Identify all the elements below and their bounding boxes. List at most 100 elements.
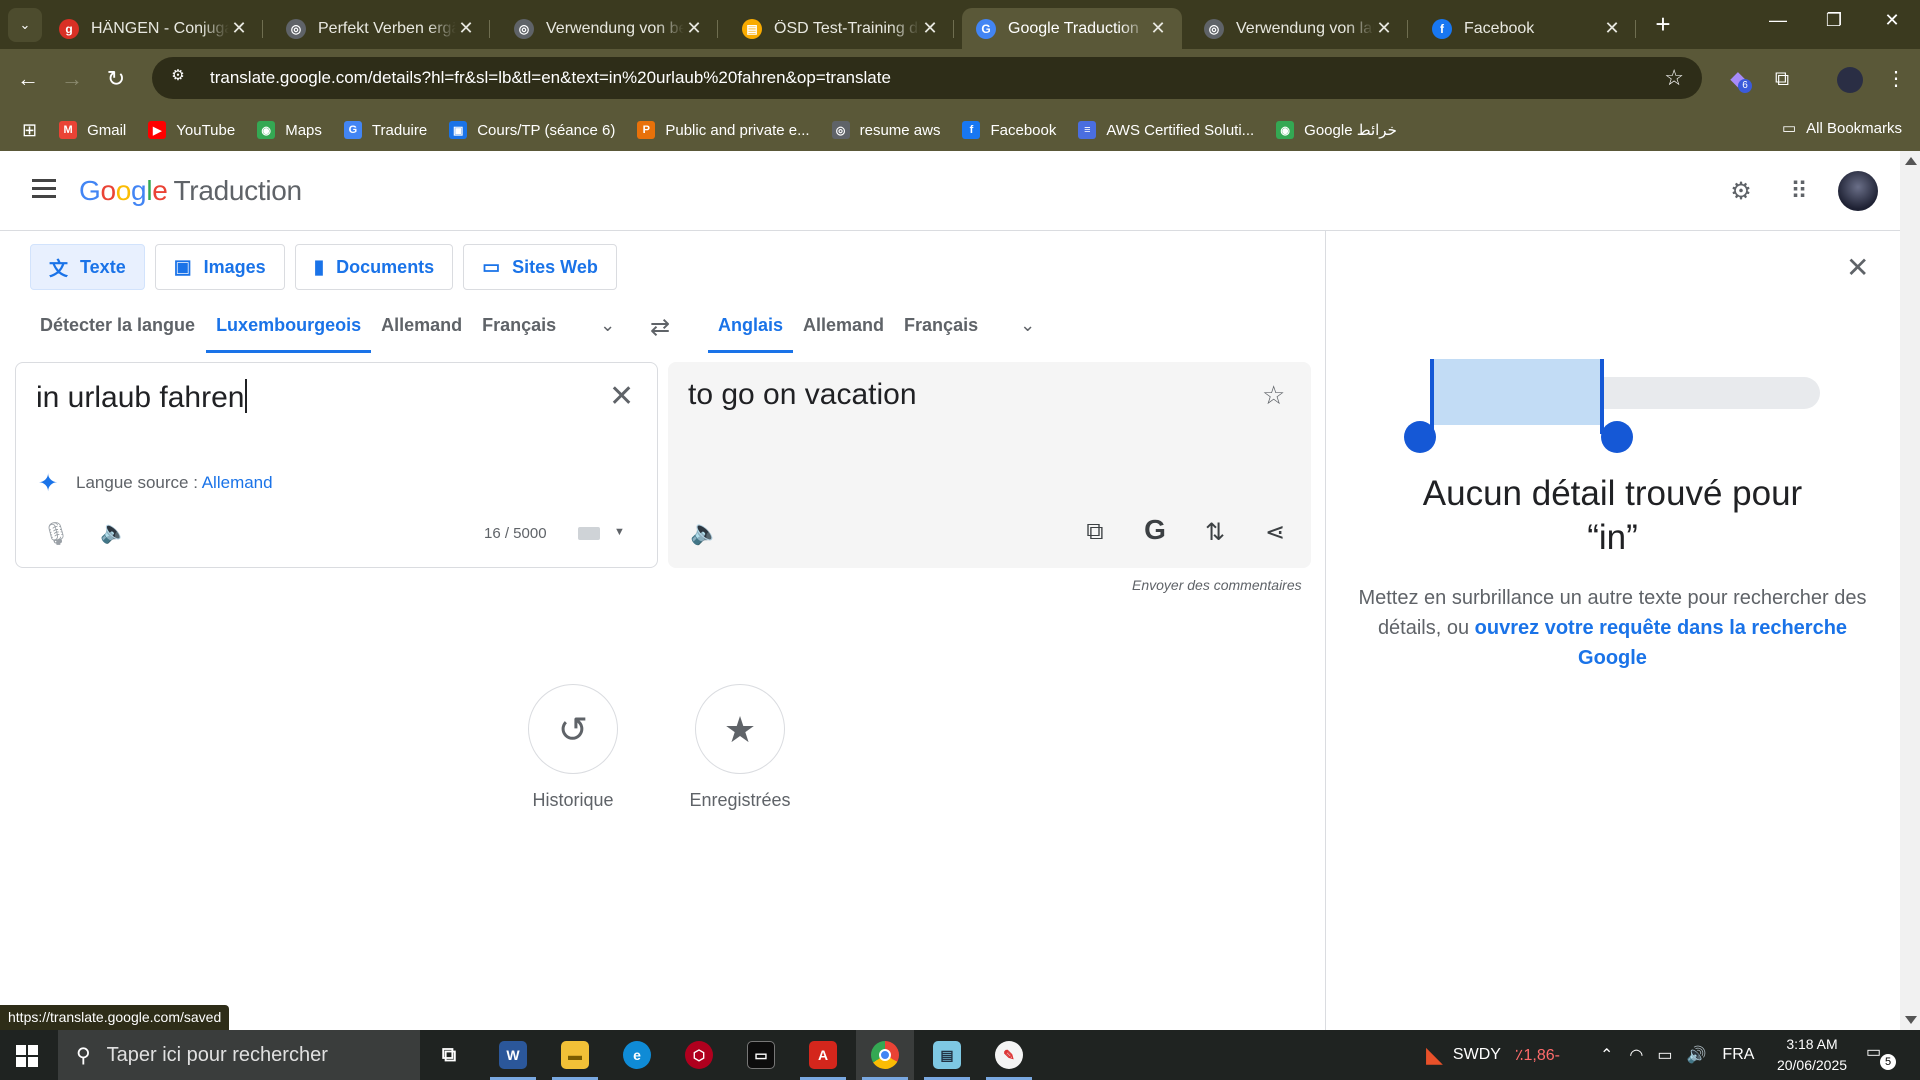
address-bar[interactable]: ⚙ translate.google.com/details?hl=fr&sl=… [152,57,1702,99]
tab-7[interactable]: f Facebook ✕ [1418,8,1636,49]
saved-star-icon[interactable]: ★ [695,684,785,774]
network-icon[interactable]: ◠ [1629,1045,1643,1065]
terminal-icon[interactable]: ▭ [732,1030,790,1080]
close-details-icon[interactable]: ✕ [1846,251,1869,284]
mode-documents[interactable]: ▮ Documents [294,244,454,290]
bookmark-item[interactable]: ◉ Maps [257,121,322,139]
tab-6[interactable]: ◎ Verwendung von laufen✕ [1190,8,1408,49]
restore-icon[interactable]: ❐ [1814,10,1854,31]
bookmark-item[interactable]: ◉ Google خرائط [1276,121,1397,139]
source-listen-icon[interactable]: 🔈 [100,519,127,545]
start-windows-icon[interactable] [16,1045,38,1067]
history-icon[interactable]: ↺ [528,684,618,774]
acrobat-icon[interactable]: A [794,1030,852,1080]
back-icon[interactable]: ← [12,63,44,95]
edge-browser-icon[interactable]: e [608,1030,666,1080]
browser-menu-icon[interactable]: ⋮ [1880,63,1912,95]
target-lang-english[interactable]: Anglais [708,297,794,353]
tab-4[interactable]: ▤ ÖSD Test-Training digital✕ [728,8,954,49]
target-lang-german[interactable]: Allemand [793,297,894,353]
google-apps-icon[interactable]: ⠿ [1784,177,1814,207]
source-text[interactable]: in urlaub fahren [36,381,244,414]
taskbar-search[interactable]: ⚲ Taper ici pour rechercher [58,1030,420,1080]
target-lang-french[interactable]: Français [894,297,988,353]
close-window-icon[interactable]: ✕ [1872,10,1912,31]
mode-images[interactable]: ▣ Images [154,244,285,290]
settings-gear-icon[interactable]: ⚙ [1726,177,1756,207]
weather-widget[interactable]: ◣ SWDY ٪1,86- [1426,1030,1560,1080]
tab-close-icon[interactable]: ✕ [229,18,249,39]
send-feedback-link[interactable]: Envoyer des commentaires [1132,577,1302,593]
tab-close-icon[interactable]: ✕ [684,18,704,39]
word-app-icon[interactable]: W [484,1030,542,1080]
source-lang-detect[interactable]: Détecter la langue [30,297,205,353]
clear-source-icon[interactable]: ✕ [609,379,634,414]
taskbar-clock[interactable]: 3:18 AM 20/06/2025 [1762,1034,1862,1076]
keyboard-dropdown-icon[interactable]: ▼ [614,526,625,538]
rate-translation-icon[interactable]: ⇅ [1200,518,1230,547]
tab-1[interactable]: g HÄNGEN - Conjugaison✕ [45,8,263,49]
tab-close-icon[interactable]: ✕ [456,18,476,39]
task-view-icon[interactable]: ⧉ [420,1030,478,1080]
google-translate-logo[interactable]: Google Traduction [79,175,302,207]
translation-listen-icon[interactable]: 🔈 [690,518,720,547]
url-text[interactable]: translate.google.com/details?hl=fr&sl=lb… [210,68,891,88]
tray-overflow-icon[interactable]: ⌃ [1600,1045,1613,1065]
paint-app-icon[interactable]: ✎ [980,1030,1038,1080]
bookmark-item[interactable]: f Facebook [962,121,1056,139]
tab-close-icon[interactable]: ✕ [920,18,940,39]
tab-5[interactable]: G Google Traduction ✕ [962,8,1182,49]
volume-icon[interactable]: 🔊 [1687,1045,1707,1065]
mode-websites[interactable]: ▭ Sites Web [463,244,617,290]
site-info-icon[interactable]: ⚙ [166,66,190,90]
source-more-languages-icon[interactable]: ⌄ [600,315,615,336]
tab-close-icon[interactable]: ✕ [1148,18,1168,39]
google-search-icon[interactable]: G [1140,514,1170,546]
bookmark-star-icon[interactable]: ☆ [1664,65,1684,91]
forward-icon[interactable]: → [56,63,88,95]
keyboard-icon[interactable] [578,527,600,540]
security-app-icon[interactable]: ⬡ [670,1030,728,1080]
save-translation-star-icon[interactable]: ☆ [1262,380,1285,411]
profile-icon[interactable] [1834,63,1866,95]
extensions-puzzle-icon[interactable]: ⧉ [1766,63,1798,95]
file-explorer-icon[interactable]: ▬ [546,1030,604,1080]
tab-close-icon[interactable]: ✕ [1374,18,1394,39]
page-scrollbar[interactable] [1900,151,1920,1030]
all-bookmarks-button[interactable]: ▭ All Bookmarks [1782,119,1902,138]
apps-grid-icon[interactable]: ⊞ [22,120,37,141]
account-avatar[interactable] [1838,171,1878,211]
reload-icon[interactable]: ↻ [100,63,132,95]
source-language-suggestion-link[interactable]: Allemand [202,473,273,492]
microphone-icon[interactable]: 🎙 [42,521,70,547]
bookmark-item[interactable]: ◎ resume aws [831,121,940,139]
tab-3[interactable]: ◎ Verwendung von bestimmten✕ [500,8,718,49]
main-menu-icon[interactable] [32,179,56,199]
input-language[interactable]: FRA [1722,1046,1754,1064]
source-lang-luxembourgish[interactable]: Luxembourgeois [206,297,372,353]
bookmark-item[interactable]: M Gmail [59,121,126,139]
bookmark-item[interactable]: G Traduire [343,121,427,139]
share-icon[interactable]: ⋖ [1260,518,1290,547]
history-shortcut[interactable]: ↺ Historique [528,684,618,811]
battery-icon[interactable]: ▭ [1657,1045,1672,1065]
notepad-app-icon[interactable]: ▤ [918,1030,976,1080]
tab-close-icon[interactable]: ✕ [1602,18,1622,39]
minimize-icon[interactable]: — [1758,10,1798,31]
bookmark-item[interactable]: P Public and private e... [637,121,810,139]
mode-text[interactable]: 文 Texte [30,244,145,290]
tab-search-button[interactable]: ⌄ [8,8,42,42]
open-in-google-search-link[interactable]: ouvrez votre requête dans la recherche G… [1475,617,1847,669]
bookmark-item[interactable]: ▣ Cours/TP (séance 6) [449,121,615,139]
tab-2[interactable]: ◎ Perfekt Verben ergänzen✕ [272,8,490,49]
bookmark-item[interactable]: ▶ YouTube [148,121,235,139]
source-text-area[interactable]: in urlaub fahren ✕ ✦ Langue source : All… [15,362,658,568]
new-tab-button[interactable]: + [1650,10,1676,40]
source-lang-french[interactable]: Français [472,297,566,353]
extension-icon[interactable]: ◆ 6 [1722,63,1754,95]
chrome-icon[interactable] [856,1030,914,1080]
saved-shortcut[interactable]: ★ Enregistrées [689,684,791,811]
target-more-languages-icon[interactable]: ⌄ [1020,315,1035,336]
bookmark-item[interactable]: ≡ AWS Certified Soluti... [1078,121,1254,139]
source-lang-german[interactable]: Allemand [371,297,472,353]
